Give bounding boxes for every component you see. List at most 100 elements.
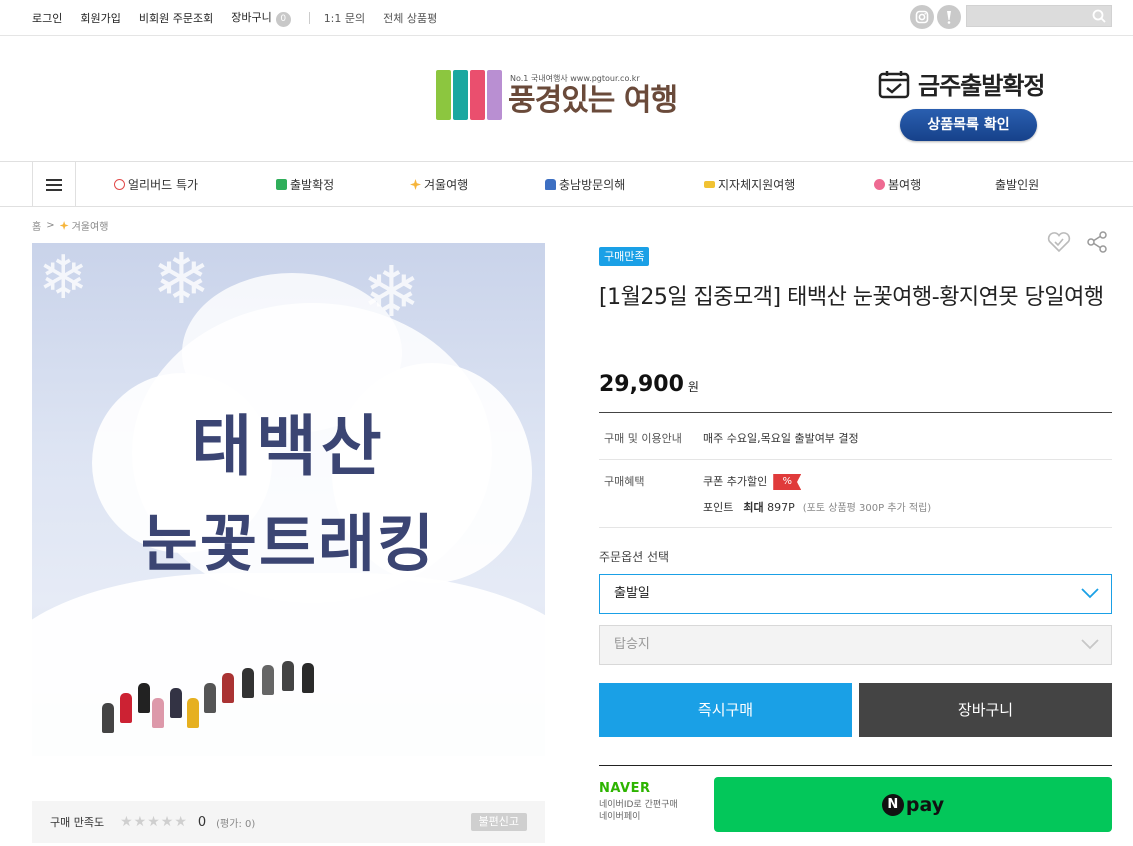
sparkle-icon xyxy=(59,221,69,230)
view-products-button[interactable]: 상품목록 확인 xyxy=(900,109,1037,141)
logo-title: 풍경있는 여행 xyxy=(508,82,678,118)
search-box xyxy=(966,5,1112,28)
rating-count: 0 xyxy=(197,814,207,830)
menu-icon[interactable] xyxy=(32,162,76,207)
check-box-icon xyxy=(276,179,287,190)
cart-count-badge: 0 xyxy=(275,12,291,27)
usage-info-value: 매주 수요일,목요일 출발여부 결정 xyxy=(703,432,859,445)
logo-tagline: No.1 국내여행사 www.pgtour.co.kr xyxy=(510,73,640,83)
point-line: 포인트 최대 897P (포토 상품평 300P 추가 적립) xyxy=(703,499,931,515)
product-title: [1월25일 집중모객] 태백산 눈꽃여행-황지연못 당일여행 xyxy=(599,285,1104,310)
naver-sub-line2: 네이버페이 xyxy=(599,812,641,822)
nav-departure-confirmed[interactable]: 출발확정 xyxy=(276,176,334,193)
nav-local-gov-support[interactable]: 지자체지원여행 xyxy=(704,176,795,193)
cart-link-label: 장바구니 xyxy=(231,11,272,24)
satisfaction-label: 구매 만족도 xyxy=(50,816,105,829)
satisfaction-badge: 구매만족 xyxy=(599,247,650,266)
guest-order-link[interactable]: 비회원 주문조회 xyxy=(139,10,213,26)
chevron-down-icon xyxy=(1081,639,1099,650)
search-input[interactable] xyxy=(967,7,1087,28)
departure-date-value: 출발일 xyxy=(614,586,650,601)
nav-label: 지자체지원여행 xyxy=(718,178,796,192)
site-logo[interactable]: No.1 국내여행사 www.pgtour.co.kr 풍경있는 여행 xyxy=(436,70,678,120)
price-unit: 원 xyxy=(687,380,699,394)
product-image: ❄ ❄ ❄ 태백산 눈꽃트래킹 xyxy=(32,243,545,756)
naver-sub-line1: 네이버ID로 간편구매 xyxy=(599,800,678,810)
coupon-badge[interactable]: % xyxy=(773,474,802,490)
all-reviews-link[interactable]: 전체 상품평 xyxy=(383,10,437,26)
naver-logo: NAVER xyxy=(599,781,651,796)
nav-label: 출발인원 xyxy=(995,178,1040,192)
flower-icon xyxy=(874,179,885,190)
ticket-icon xyxy=(704,181,715,188)
naver-n-icon: N xyxy=(881,793,904,816)
kakao-icon[interactable] xyxy=(937,5,961,29)
naver-sub: 네이버ID로 간편구매 네이버페이 xyxy=(599,799,678,823)
chevron-down-icon xyxy=(1081,588,1099,599)
buy-now-button[interactable]: 즉시구매 xyxy=(599,683,852,737)
logo-mark xyxy=(436,70,502,120)
signup-link[interactable]: 회원가입 xyxy=(80,10,120,26)
nav-label: 출발확정 xyxy=(290,178,335,192)
nav-label: 얼리버드 특가 xyxy=(128,178,199,192)
satisfaction-bar: 구매 만족도 ★★★★★ 0 (평가: 0) 불편신고 xyxy=(32,801,545,843)
calendar-check-icon xyxy=(878,70,910,98)
point-label: 포인트 xyxy=(703,501,734,514)
divider xyxy=(599,459,1112,460)
star-rating-icon: ★★★★★ xyxy=(120,814,188,830)
main-nav: 얼리버드 특가 출발확정 겨울여행 충남방문의해 지자체지원여행 봄여행 출발인… xyxy=(0,162,1133,207)
login-link[interactable]: 로그인 xyxy=(32,10,62,26)
snowflake-icon: ❄ xyxy=(152,243,211,320)
snowflake-icon: ❄ xyxy=(38,243,89,313)
boarding-place-select[interactable]: 탑승지 xyxy=(599,625,1112,665)
point-note: (포토 상품평 300P 추가 적립) xyxy=(802,503,932,514)
npay-label: pay xyxy=(905,793,945,816)
search-icon[interactable] xyxy=(1091,8,1107,24)
nav-early-bird[interactable]: 얼리버드 특가 xyxy=(114,176,198,193)
chevron-right-icon: > xyxy=(46,220,55,231)
coupon-text: 쿠폰 추가할인 xyxy=(703,475,768,488)
nav-spring-travel[interactable]: 봄여행 xyxy=(874,176,921,193)
point-max: 최대 xyxy=(743,501,764,514)
nav-label: 겨울여행 xyxy=(424,178,469,192)
price-value: 29,900 xyxy=(599,372,684,397)
add-to-cart-button[interactable]: 장바구니 xyxy=(859,683,1112,737)
nav-departure-count[interactable]: 출발인원 xyxy=(995,176,1039,193)
point-value: 897P xyxy=(767,501,795,514)
wishlist-heart-icon[interactable] xyxy=(1046,230,1072,254)
photo-headline-2: 눈꽃트래킹 xyxy=(140,507,437,580)
inquiry-link[interactable]: 1:1 문의 xyxy=(324,10,365,26)
breadcrumb-category[interactable]: 겨울여행 xyxy=(72,218,109,233)
instagram-icon[interactable] xyxy=(910,5,934,29)
site-header: No.1 국내여행사 www.pgtour.co.kr 풍경있는 여행 금주출발… xyxy=(0,36,1133,162)
hikers-illustration xyxy=(92,643,352,756)
divider xyxy=(599,412,1112,413)
top-nav: 로그인 회원가입 비회원 주문조회 장바구니 0 1:1 문의 전체 상품평 xyxy=(32,9,455,27)
cart-link[interactable]: 장바구니 0 xyxy=(231,9,291,27)
product-price: 29,900 원 xyxy=(599,372,699,397)
bus-icon xyxy=(545,179,556,190)
sparkle-icon xyxy=(410,179,421,190)
nav-label: 충남방문의해 xyxy=(559,178,626,192)
promo-title: 금주출발확정 xyxy=(918,72,1045,100)
report-button[interactable]: 불편신고 xyxy=(470,813,527,831)
top-bar: 로그인 회원가입 비회원 주문조회 장바구니 0 1:1 문의 전체 상품평 xyxy=(0,0,1133,36)
nav-winter-travel[interactable]: 겨울여행 xyxy=(410,176,468,193)
alarm-clock-icon xyxy=(114,179,125,190)
departure-date-select[interactable]: 출발일 xyxy=(599,574,1112,614)
usage-info-label: 구매 및 이용안내 xyxy=(604,432,682,445)
benefit-label: 구매혜택 xyxy=(604,475,645,488)
option-label: 주문옵션 선택 xyxy=(599,550,670,564)
rating-sub: (평가: 0) xyxy=(216,818,256,830)
snowflake-icon: ❄ xyxy=(362,251,421,333)
breadcrumb-home[interactable]: 홈 xyxy=(32,218,41,233)
share-icon[interactable] xyxy=(1086,230,1108,254)
npay-button[interactable]: N pay xyxy=(714,777,1112,832)
naver-pay-section: NAVER 네이버ID로 간편구매 네이버페이 N pay xyxy=(599,765,1112,843)
divider xyxy=(308,12,310,24)
boarding-place-value: 탑승지 xyxy=(614,637,650,652)
breadcrumb: 홈 > 겨울여행 xyxy=(32,218,108,233)
nav-chungnam-visit[interactable]: 충남방문의해 xyxy=(545,176,625,193)
nav-label: 봄여행 xyxy=(888,178,922,192)
divider xyxy=(599,527,1112,528)
